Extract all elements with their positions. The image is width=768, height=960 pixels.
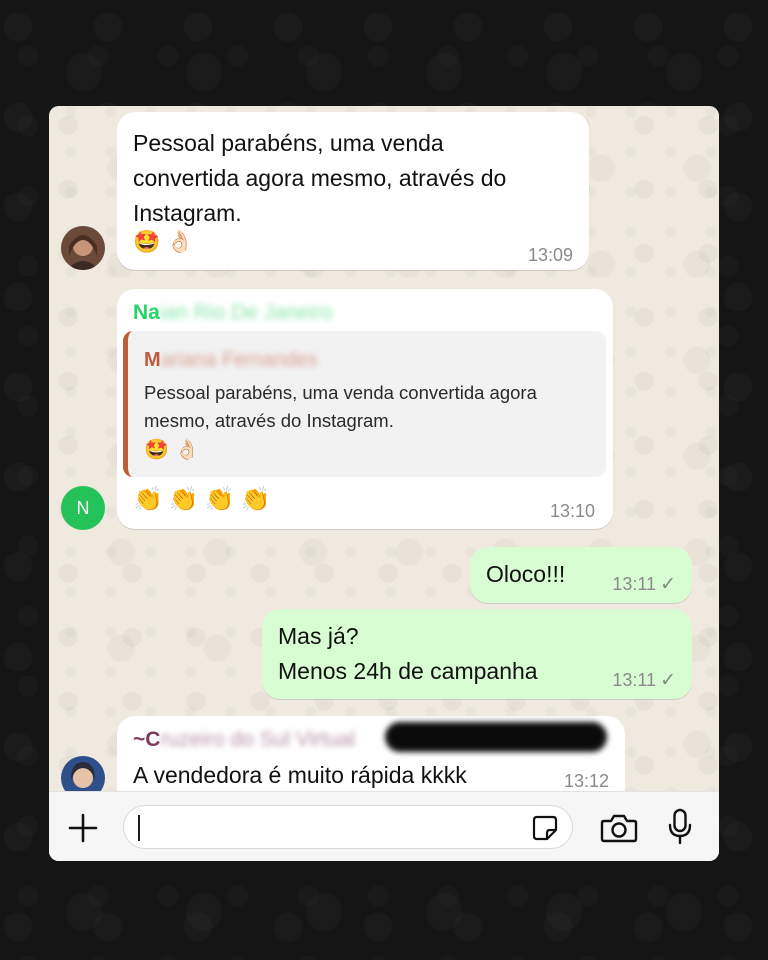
- message-input[interactable]: [123, 805, 573, 849]
- message-text-line: Instagram.: [133, 200, 242, 226]
- sender-name-blurred: ian Rio De Janeiro: [159, 301, 333, 324]
- read-check-icon: ✓: [660, 670, 676, 691]
- quoted-text-line: mesmo, através do Instagram.: [144, 410, 394, 431]
- message-bubble-2[interactable]: Naian Rio De Janeiro Mariana Fernandes P…: [117, 289, 613, 529]
- microphone-icon[interactable]: [663, 806, 697, 848]
- read-check-icon: ✓: [660, 574, 676, 595]
- input-bar: [49, 791, 719, 861]
- chat-window: Pessoal parabéns, uma venda convertida a…: [49, 106, 719, 861]
- message-text-line: Menos 24h de campanha: [278, 658, 538, 684]
- sender-name-visible: ~C: [133, 728, 161, 751]
- message-time: 13:11 ✓: [612, 573, 676, 596]
- message-text-line: Mas já?: [278, 623, 359, 649]
- message-bubble-4[interactable]: Mas já? Menos 24h de campanha 13:11 ✓: [262, 609, 692, 699]
- message-text-line: Pessoal parabéns, uma venda: [133, 130, 444, 156]
- sender-name: ~Cruzeiro do Sul Virtual: [133, 728, 355, 752]
- message-time: 13:11 ✓: [612, 669, 676, 692]
- sender-name-blurred: ruzeiro do Sul Virtual: [160, 728, 355, 751]
- avatar-sender-1[interactable]: [61, 226, 105, 270]
- message-emoji: 👏👏👏👏: [133, 485, 277, 513]
- message-time: 13:12: [563, 771, 609, 791]
- camera-icon[interactable]: [599, 808, 639, 848]
- avatar-initial: N: [76, 497, 90, 518]
- quoted-text-line: Pessoal parabéns, uma venda convertida a…: [144, 382, 537, 403]
- message-text: Oloco!!!: [486, 561, 566, 587]
- message-bubble-3[interactable]: Oloco!!! 13:11 ✓: [470, 547, 692, 603]
- quoted-message[interactable]: Mariana Fernandes Pessoal parabéns, uma …: [123, 331, 606, 477]
- message-text-line: convertida agora mesmo, através do: [133, 165, 507, 191]
- quoted-sender-blurred: ariana Fernandes: [160, 349, 318, 371]
- message-bubble-1[interactable]: Pessoal parabéns, uma venda convertida a…: [117, 112, 589, 270]
- sender-name-visible: Na: [133, 301, 160, 324]
- text-caret: [138, 815, 140, 841]
- message-time-value: 13:11: [612, 670, 657, 690]
- redaction-scribble: [385, 722, 607, 752]
- quoted-sender: Mariana Fernandes: [144, 349, 317, 372]
- message-time: 13:09: [527, 245, 573, 265]
- avatar-sender-2[interactable]: N: [61, 486, 105, 530]
- sender-name: Naian Rio De Janeiro: [133, 301, 333, 325]
- quoted-sender-visible: M: [144, 349, 161, 371]
- message-text: A vendedora é muito rápida kkkk: [133, 762, 467, 788]
- plus-icon[interactable]: [65, 810, 101, 846]
- message-time-value: 13:11: [612, 574, 657, 594]
- message-time: 13:10: [549, 501, 595, 521]
- message-emoji: 🤩👌🏻: [133, 230, 200, 255]
- quoted-emoji: 🤩👌🏻: [144, 437, 206, 461]
- sticker-icon[interactable]: [530, 813, 560, 843]
